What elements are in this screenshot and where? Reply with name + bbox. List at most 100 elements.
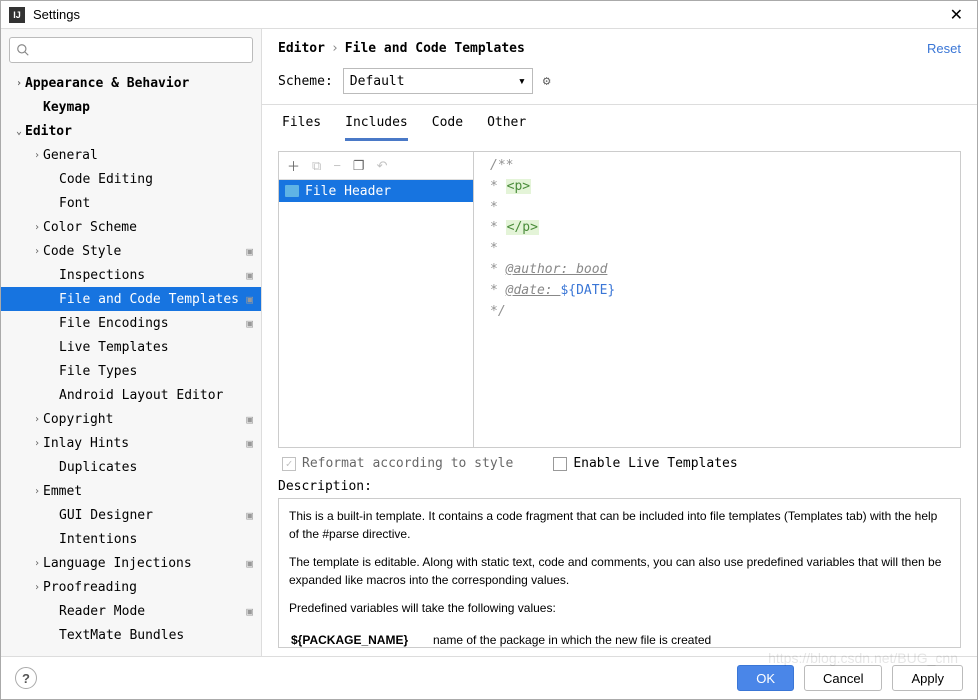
tree-label: Duplicates (59, 460, 253, 475)
live-templates-label: Enable Live Templates (573, 456, 737, 471)
chevron-down-icon[interactable]: ⌄ (13, 126, 25, 137)
description-p1: This is a built-in template. It contains… (289, 509, 937, 541)
ok-button[interactable]: OK (737, 665, 794, 691)
undo-icon[interactable]: ↶ (377, 158, 388, 174)
tree-label: TextMate Bundles (59, 628, 253, 643)
tree-label: File and Code Templates (59, 292, 242, 307)
tree-label: Copyright (43, 412, 242, 427)
project-config-icon: ▣ (246, 437, 253, 450)
tree-item-inlay-hints[interactable]: ›Inlay Hints▣ (1, 431, 261, 455)
reset-link[interactable]: Reset (927, 41, 961, 56)
help-icon[interactable]: ? (15, 667, 37, 689)
tree-label: Proofreading (43, 580, 253, 595)
tree-label: Inspections (59, 268, 242, 283)
tree-item-color-scheme[interactable]: ›Color Scheme (1, 215, 261, 239)
chevron-right-icon[interactable]: › (31, 438, 43, 449)
tree-item-intentions[interactable]: Intentions (1, 527, 261, 551)
chevron-right-icon[interactable]: › (31, 246, 43, 257)
tab-other[interactable]: Other (487, 115, 526, 141)
copy-template-icon[interactable]: ⧉ (312, 158, 321, 174)
remove-icon[interactable]: − (333, 158, 341, 173)
scheme-select[interactable]: Default ▾ (343, 68, 533, 94)
tree-item-live-templates[interactable]: Live Templates (1, 335, 261, 359)
tree-label: Android Layout Editor (59, 388, 253, 403)
scheme-value: Default (350, 74, 405, 89)
reformat-checkbox: ✓ Reformat according to style (282, 456, 513, 471)
tree-item-appearance-behavior[interactable]: ›Appearance & Behavior (1, 71, 261, 95)
project-config-icon: ▣ (246, 245, 253, 258)
project-config-icon: ▣ (246, 605, 253, 618)
tree-item-android-layout-editor[interactable]: Android Layout Editor (1, 383, 261, 407)
breadcrumb-parent[interactable]: Editor (278, 41, 325, 56)
tree-item-copyright[interactable]: ›Copyright▣ (1, 407, 261, 431)
chevron-down-icon: ▾ (518, 74, 526, 89)
tree-item-proofreading[interactable]: ›Proofreading (1, 575, 261, 599)
tab-files[interactable]: Files (282, 115, 321, 141)
tree-item-file-encodings[interactable]: File Encodings▣ (1, 311, 261, 335)
project-config-icon: ▣ (246, 509, 253, 522)
tree-label: Live Templates (59, 340, 253, 355)
tree-item-keymap[interactable]: Keymap (1, 95, 261, 119)
tree-label: General (43, 148, 253, 163)
sidebar: ›Appearance & BehaviorKeymap⌄Editor›Gene… (1, 29, 262, 656)
chevron-right-icon: › (331, 41, 339, 56)
tree-label: Intentions (59, 532, 253, 547)
checkbox-box: ✓ (282, 457, 296, 471)
chevron-right-icon[interactable]: › (31, 150, 43, 161)
tree-item-textmate-bundles[interactable]: TextMate Bundles (1, 623, 261, 647)
add-icon[interactable]: ＋ (287, 156, 300, 175)
tree-label: Code Style (43, 244, 242, 259)
chevron-right-icon[interactable]: › (31, 558, 43, 569)
tree-item-emmet[interactable]: ›Emmet (1, 479, 261, 503)
tree-item-code-style[interactable]: ›Code Style ▣ (1, 239, 261, 263)
tree-label: Editor (25, 124, 253, 139)
tab-code[interactable]: Code (432, 115, 463, 141)
search-input[interactable] (9, 37, 253, 63)
gear-icon[interactable]: ⚙ (543, 74, 551, 89)
file-icon (285, 185, 299, 197)
tree-item-language-injections[interactable]: ›Language Injections▣ (1, 551, 261, 575)
enable-live-templates-checkbox[interactable]: Enable Live Templates (553, 456, 737, 471)
tree-item-duplicates[interactable]: Duplicates (1, 455, 261, 479)
template-tabs: Files Includes Code Other (278, 105, 961, 141)
project-config-icon: ▣ (246, 317, 253, 330)
reformat-label: Reformat according to style (302, 456, 513, 471)
tree-item-file-and-code-templates[interactable]: File and Code Templates ▣ (1, 287, 261, 311)
scheme-label: Scheme: (278, 74, 333, 89)
description-box: This is a built-in template. It contains… (278, 498, 961, 648)
code-editor[interactable]: /** * <p> * * </p> * * @author: bood * @… (482, 152, 960, 447)
tree-label: Reader Mode (59, 604, 242, 619)
tree-label: Code Editing (59, 172, 253, 187)
project-config-icon: ▣ (246, 293, 253, 306)
tree-item-editor[interactable]: ⌄Editor (1, 119, 261, 143)
chevron-right-icon[interactable]: › (13, 78, 25, 89)
cancel-button[interactable]: Cancel (804, 665, 882, 691)
tree-item-reader-mode[interactable]: Reader Mode ▣ (1, 599, 261, 623)
template-item[interactable]: File Header (279, 180, 473, 202)
close-icon[interactable]: ✕ (944, 5, 969, 25)
apply-button[interactable]: Apply (892, 665, 963, 691)
var-desc: name of the package in which the new fil… (433, 629, 948, 648)
checkbox-box[interactable] (553, 457, 567, 471)
tree-item-code-editing[interactable]: Code Editing (1, 167, 261, 191)
tree-item-file-types[interactable]: File Types (1, 359, 261, 383)
tree-label: File Types (59, 364, 253, 379)
tree-item-gui-designer[interactable]: GUI Designer▣ (1, 503, 261, 527)
tab-includes[interactable]: Includes (345, 115, 408, 141)
copy-icon[interactable]: ❐ (353, 158, 365, 174)
chevron-right-icon[interactable]: › (31, 582, 43, 593)
chevron-right-icon[interactable]: › (31, 222, 43, 233)
template-list[interactable]: File Header (279, 180, 473, 447)
tree-item-inspections[interactable]: Inspections▣ (1, 263, 261, 287)
var-name: ${PACKAGE_NAME} (291, 629, 431, 648)
tree-item-general[interactable]: ›General (1, 143, 261, 167)
chevron-right-icon[interactable]: › (31, 414, 43, 425)
tree-label: Emmet (43, 484, 253, 499)
description-label: Description: (278, 479, 961, 494)
window-title: Settings (33, 7, 944, 22)
tree-item-font[interactable]: Font (1, 191, 261, 215)
settings-tree[interactable]: ›Appearance & BehaviorKeymap⌄Editor›Gene… (1, 71, 261, 656)
chevron-right-icon[interactable]: › (31, 486, 43, 497)
template-toolbar: ＋ ⧉ − ❐ ↶ (279, 152, 473, 180)
tree-label: Color Scheme (43, 220, 253, 235)
